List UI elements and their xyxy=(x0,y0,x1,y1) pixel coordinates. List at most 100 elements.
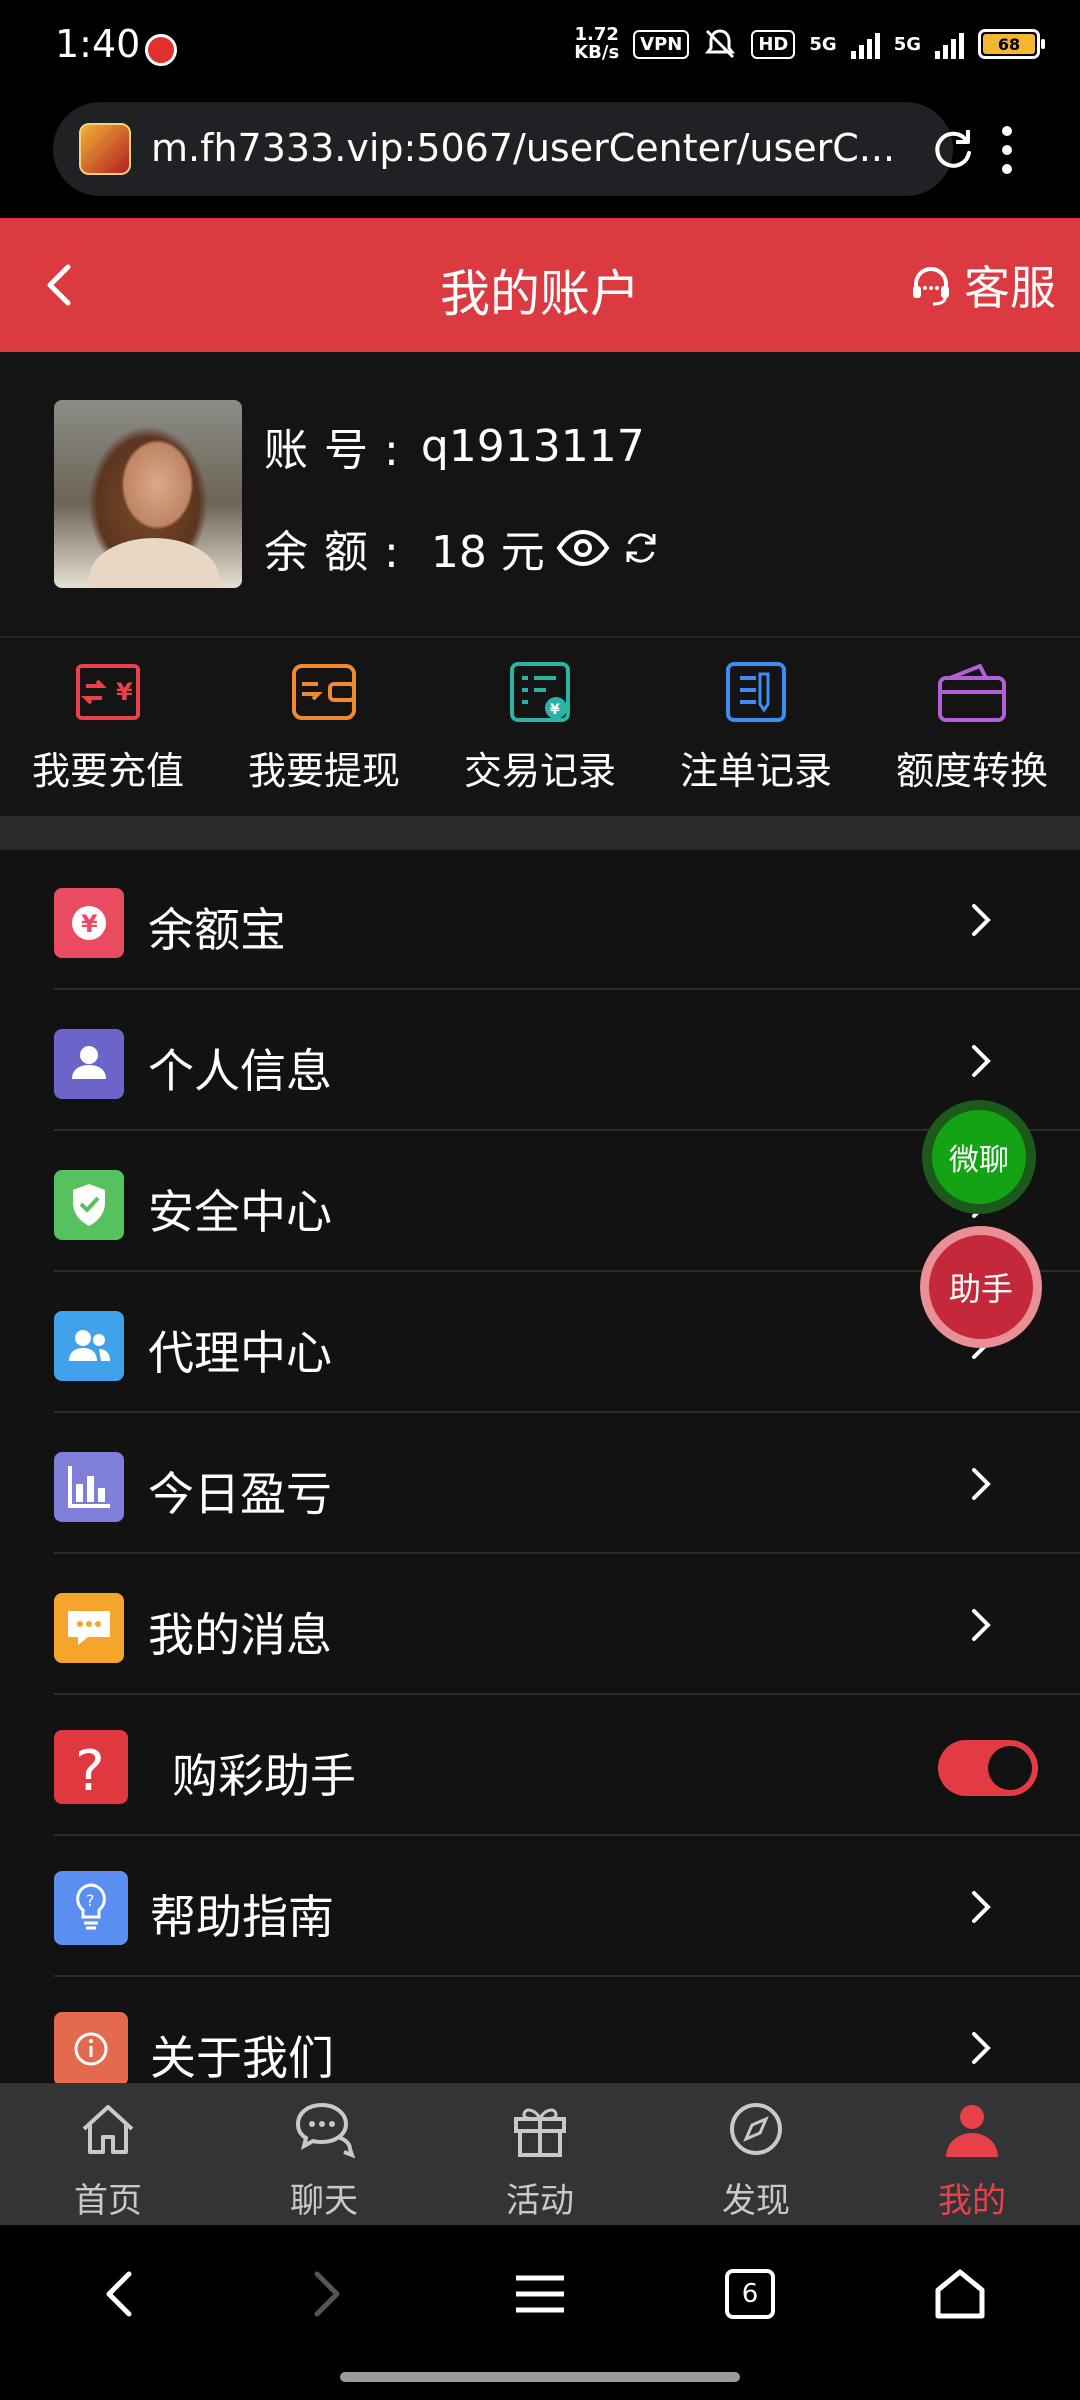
lottery-assistant-toggle[interactable] xyxy=(938,1740,1038,1796)
menu-item-help-guide[interactable]: ? 帮助指南 xyxy=(0,1837,1080,1977)
quick-actions: ¥ 我要充值 我要提现 ¥ 交易记录 注单记录 额度转换 xyxy=(0,638,1080,816)
browser-toolbar: m.fh7333.vip:5067/userCenter/userC... xyxy=(0,100,1080,218)
svg-text:?: ? xyxy=(75,1739,105,1804)
agents-icon xyxy=(54,1311,124,1381)
action-label: 注单记录 xyxy=(679,749,832,793)
browser-back-button[interactable] xyxy=(84,2259,154,2329)
withdraw-icon xyxy=(292,664,356,720)
browser-menu-icon[interactable] xyxy=(985,122,1029,178)
home-outline-icon xyxy=(935,2269,985,2319)
transaction-record-icon: ¥ xyxy=(510,662,570,722)
browser-forward-button[interactable] xyxy=(292,2259,362,2329)
tab-label: 我的 xyxy=(938,2181,1006,2221)
question-icon: ? xyxy=(54,1730,128,1804)
menu-label: 余额宝 xyxy=(148,903,286,957)
tab-label: 首页 xyxy=(74,2181,142,2221)
notification-app-icon xyxy=(145,34,177,66)
compass-icon xyxy=(730,2103,782,2155)
tab-mine[interactable]: 我的 xyxy=(864,2083,1080,2225)
bet-record-icon xyxy=(726,662,786,722)
credit-transfer-button[interactable]: 额度转换 xyxy=(864,638,1080,816)
balance-label: 余额: xyxy=(264,527,415,578)
status-indicators: 1.72 KB/s VPN HD 5G 5G 68 xyxy=(574,26,1045,62)
menu-item-about-us[interactable]: 关于我们 xyxy=(0,1978,1080,2083)
menu-item-personal-info[interactable]: 个人信息 xyxy=(0,991,1080,1131)
bet-record-button[interactable]: 注单记录 xyxy=(648,638,864,816)
browser-home-button[interactable] xyxy=(925,2259,995,2329)
recharge-button[interactable]: ¥ 我要充值 xyxy=(0,638,216,816)
action-label: 我要充值 xyxy=(31,749,184,793)
tab-label: 聊天 xyxy=(290,2181,358,2221)
chat-icon xyxy=(295,2102,356,2159)
headset-icon xyxy=(913,267,949,306)
svg-text:¥: ¥ xyxy=(116,678,133,706)
chat-label: 微聊 xyxy=(932,1110,1026,1204)
menu-label: 我的消息 xyxy=(148,1608,332,1662)
lightbulb-icon: ? xyxy=(54,1871,128,1945)
menu-item-messages[interactable]: 我的消息 xyxy=(0,1555,1080,1695)
bell-muted-icon xyxy=(705,29,736,59)
tab-count: 6 xyxy=(725,2269,775,2319)
browser-tabs-button[interactable]: 6 xyxy=(715,2259,785,2329)
vpn-badge: VPN xyxy=(633,29,690,59)
menu-item-yuebao[interactable]: ¥ 余额宝 xyxy=(0,850,1080,990)
status-time: 1:40 xyxy=(55,22,141,66)
chevron-right-icon xyxy=(972,1045,991,1077)
avatar[interactable] xyxy=(54,400,242,588)
signal-icon-2 xyxy=(935,29,964,59)
network-type-1: 5G xyxy=(809,33,837,55)
chevron-right-icon xyxy=(972,1609,991,1641)
menu-item-agent[interactable]: 代理中心 xyxy=(0,1273,1080,1413)
tab-activity[interactable]: 活动 xyxy=(432,2083,648,2225)
battery-icon: 68 xyxy=(978,29,1045,59)
browser-menu-button[interactable] xyxy=(505,2259,575,2329)
username-value: q1913117 xyxy=(420,420,645,472)
user-icon xyxy=(946,2105,998,2157)
forward-icon xyxy=(314,2271,340,2317)
account-card: 账号: q1913117 余额: 18 元 xyxy=(0,352,1080,638)
menu-label: 个人信息 xyxy=(148,1044,332,1098)
menu-label: 帮助指南 xyxy=(150,1890,334,1944)
menu-item-daily-profit[interactable]: 今日盈亏 xyxy=(0,1414,1080,1554)
hd-badge: HD xyxy=(751,29,796,59)
reload-icon[interactable] xyxy=(928,124,978,174)
menu-label: 购彩助手 xyxy=(172,1749,356,1803)
action-label: 交易记录 xyxy=(463,749,616,793)
gesture-bar[interactable] xyxy=(340,2372,740,2382)
message-icon xyxy=(54,1593,124,1663)
signal-icon xyxy=(850,29,880,59)
tab-label: 发现 xyxy=(722,2181,790,2221)
menu-item-security[interactable]: 安全中心 xyxy=(0,1132,1080,1272)
floating-chat-button[interactable]: 微聊 xyxy=(922,1100,1036,1214)
gift-icon xyxy=(514,2108,566,2157)
info-icon xyxy=(54,2012,128,2083)
eye-icon[interactable] xyxy=(555,528,611,568)
balance-row: 余额: 18 元 xyxy=(264,516,661,580)
chevron-right-icon xyxy=(972,1891,991,1923)
status-bar: 1:40 1.72 KB/s VPN HD 5G 5G 68 xyxy=(0,0,1080,100)
bar-chart-icon xyxy=(54,1452,124,1522)
svg-text:?: ? xyxy=(86,1891,95,1910)
tab-chat[interactable]: 聊天 xyxy=(216,2083,432,2225)
back-icon xyxy=(106,2271,132,2317)
refresh-icon[interactable] xyxy=(621,528,661,568)
home-icon xyxy=(82,2105,134,2154)
action-label: 额度转换 xyxy=(895,749,1048,793)
section-divider xyxy=(0,816,1080,850)
balance-value: 18 元 xyxy=(430,527,545,578)
tab-home[interactable]: 首页 xyxy=(0,2083,216,2225)
username-row: 账号: q1913117 xyxy=(264,414,645,478)
hamburger-icon xyxy=(516,2275,564,2313)
svg-text:¥: ¥ xyxy=(550,702,560,718)
url-text[interactable]: m.fh7333.vip:5067/userCenter/userC... xyxy=(151,126,911,170)
withdraw-button[interactable]: 我要提现 xyxy=(216,638,432,816)
back-arrow-icon[interactable] xyxy=(30,253,94,317)
credit-transfer-icon xyxy=(938,663,1006,722)
address-bar[interactable]: m.fh7333.vip:5067/userCenter/userC... xyxy=(53,102,971,196)
menu-label: 安全中心 xyxy=(148,1185,332,1239)
transaction-record-button[interactable]: ¥ 交易记录 xyxy=(432,638,648,816)
floating-helper-button[interactable]: 助手 xyxy=(920,1226,1042,1348)
menu-list: ¥ 余额宝 个人信息 安全中心 代理中心 今日盈亏 我的消息 ? 购彩助手 ? … xyxy=(0,850,1080,2083)
tab-discover[interactable]: 发现 xyxy=(648,2083,864,2225)
customer-service-button[interactable]: 客服 xyxy=(908,252,1056,318)
